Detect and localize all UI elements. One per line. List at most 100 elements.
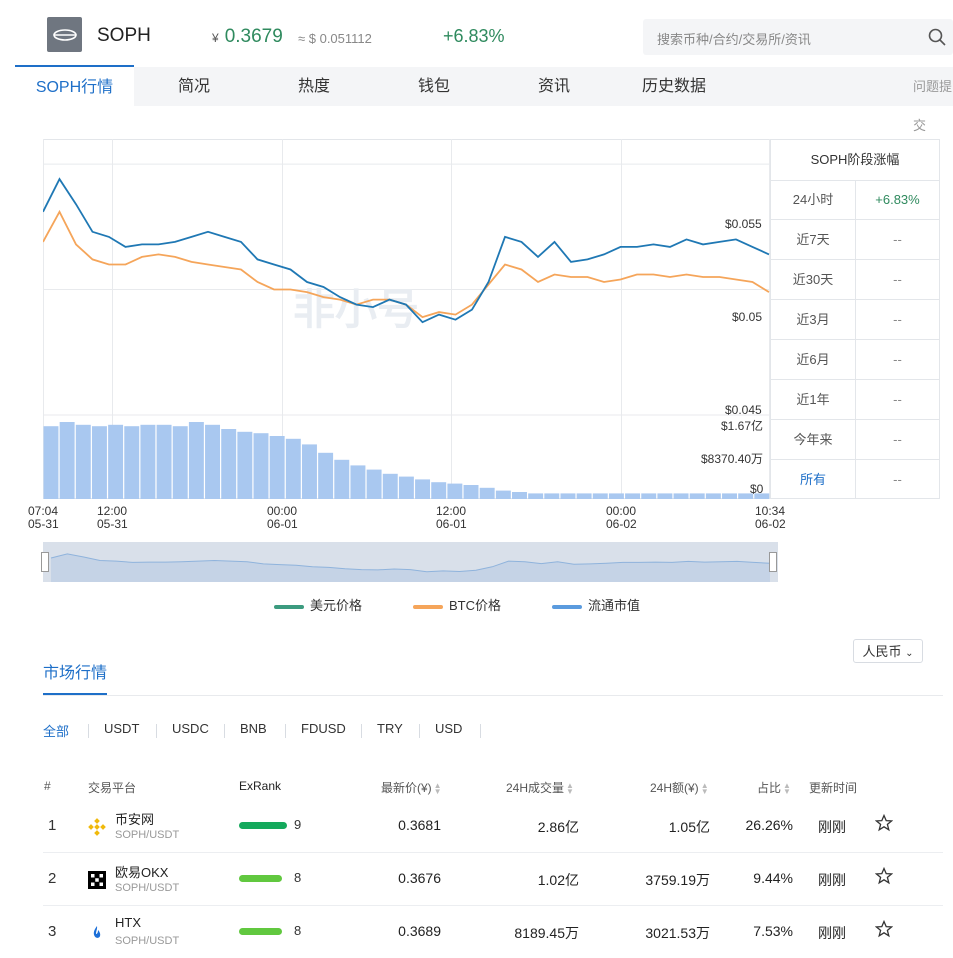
period-row[interactable]: 今年来 -- — [771, 420, 939, 460]
legend-label: BTC价格 — [449, 598, 502, 613]
volume-bar — [608, 493, 624, 499]
star-icon[interactable] — [875, 920, 893, 938]
volume-bar — [285, 438, 301, 499]
filter-bnb[interactable]: BNB — [240, 721, 267, 736]
legend-swatch — [552, 604, 582, 609]
x-tick: 12:00 — [97, 504, 128, 518]
volume-bar — [253, 433, 269, 499]
filter-usd[interactable]: USD — [435, 721, 462, 736]
star-icon[interactable] — [875, 867, 893, 885]
search-icon[interactable] — [928, 28, 946, 46]
period-row[interactable]: 近6月 -- — [771, 340, 939, 380]
volume-bar — [722, 493, 737, 499]
period-row[interactable]: 近3月 -- — [771, 300, 939, 340]
col-rank: # — [44, 779, 51, 793]
col-exrank[interactable]: ExRank — [239, 779, 281, 793]
exchange-name[interactable]: 欧易OKX — [115, 862, 168, 881]
legend-usd[interactable]: 美元价格 — [274, 598, 362, 614]
exchange-name[interactable]: HTX — [115, 915, 141, 930]
volume-bar — [705, 493, 721, 499]
market-title[interactable]: 市场行情 — [43, 659, 107, 683]
volume-bar — [205, 424, 221, 499]
col-price[interactable]: 最新价(¥) ▲ ▼ — [381, 779, 442, 796]
period-row[interactable]: 所有 -- — [771, 460, 939, 500]
period-label: 今年来 — [771, 420, 856, 459]
tab-wallet[interactable]: 钱包 — [374, 67, 494, 106]
volume-bar — [221, 429, 237, 499]
period-value: -- — [893, 392, 902, 407]
period-row[interactable]: 近1年 -- — [771, 380, 939, 420]
price-chart[interactable]: 非小号 — [42, 139, 770, 499]
col-amount[interactable]: 24H额(¥) ▲ ▼ — [650, 779, 709, 796]
currency-select[interactable]: 人民币 ⌄ — [853, 639, 923, 663]
col-share[interactable]: 占比 ▲ ▼ — [757, 779, 791, 796]
navigator-area — [51, 553, 770, 582]
volume-bar — [463, 485, 479, 499]
exrank-bar — [239, 822, 287, 829]
volume-bar — [592, 493, 608, 499]
x-tick: 00:00 — [267, 504, 298, 518]
divider — [224, 724, 225, 738]
period-value: -- — [893, 472, 902, 487]
filter-try[interactable]: TRY — [377, 721, 403, 736]
filter-all[interactable]: 全部 — [43, 721, 69, 740]
volume-bar — [576, 493, 592, 499]
tab-heat[interactable]: 热度 — [254, 67, 374, 106]
table-row[interactable]: 1 币安网 SOPH/USDT 9 0.3681 2.86亿 1.05亿 26.… — [43, 800, 943, 853]
tab-news[interactable]: 资讯 — [494, 67, 614, 106]
volume-bar — [495, 490, 511, 499]
coin-symbol: SOPH — [97, 25, 151, 46]
binance-icon — [88, 818, 106, 836]
volume-bar — [172, 426, 188, 499]
divider — [361, 724, 362, 738]
divider — [156, 724, 157, 738]
col-volume[interactable]: 24H成交量 ▲ ▼ — [506, 779, 574, 796]
sort-icon: ▲ ▼ — [700, 780, 709, 796]
tab-history[interactable]: 历史数据 — [614, 67, 734, 106]
volume-tick: $8370.40万 — [701, 452, 764, 466]
exchange-name[interactable]: 币安网 — [115, 809, 154, 828]
exrank-bar — [239, 875, 282, 882]
table-row[interactable]: 3 HTX SOPH/USDT 8 0.3689 8189.45万 3021.5… — [43, 906, 943, 958]
x-tick-date: 05-31 — [97, 517, 128, 531]
volume-bar — [415, 479, 431, 499]
volume-bar — [43, 426, 59, 499]
latest-price: 0.3676 — [398, 870, 441, 886]
range-navigator[interactable] — [41, 542, 778, 582]
legend-btc[interactable]: BTC价格 — [413, 598, 501, 614]
htx-icon — [93, 926, 101, 938]
volume-bar — [479, 487, 495, 499]
search-input[interactable]: 搜索币种/合约/交易所/资讯 — [643, 19, 953, 55]
x-tick: 12:00 — [436, 504, 467, 518]
divider — [285, 724, 286, 738]
col-amount-label: 24H额(¥) — [650, 781, 699, 795]
volume-bar — [512, 492, 527, 499]
legend-marketcap[interactable]: 流通市值 — [552, 598, 640, 614]
col-price-label: 最新价(¥) — [381, 781, 432, 795]
tab-bar: SOPH行情 简况 热度 钱包 资讯 历史数据 问题提交 — [15, 65, 953, 133]
navigator-right-handle[interactable] — [769, 552, 777, 572]
volume-bar — [625, 493, 641, 499]
filter-usdt[interactable]: USDT — [104, 721, 139, 736]
price-cny: ¥0.3679 — [212, 26, 283, 48]
filter-usdc[interactable]: USDC — [172, 721, 209, 736]
price-cny-value: 0.3679 — [224, 26, 283, 47]
volume-bar — [689, 493, 705, 499]
volume-bar — [382, 473, 398, 499]
share-pct: 26.26% — [745, 817, 793, 833]
tab-overview[interactable]: 简况 — [134, 67, 254, 106]
table-row[interactable]: 2 欧易OKX SOPH/USDT 8 0.3676 1.02亿 3759.19… — [43, 853, 943, 906]
filter-fdusd[interactable]: FDUSD — [301, 721, 346, 736]
period-row[interactable]: 24小时 +6.83% — [771, 180, 939, 220]
latest-price: 0.3681 — [398, 817, 441, 833]
period-row[interactable]: 近30天 -- — [771, 260, 939, 300]
navigator-left-handle[interactable] — [41, 552, 49, 572]
coin-logo-icon — [47, 17, 82, 52]
x-tick-date: 06-01 — [267, 517, 298, 531]
share-pct: 9.44% — [753, 870, 793, 886]
tab-report[interactable]: 问题提交 — [913, 67, 953, 133]
tab-market[interactable]: SOPH行情 — [15, 65, 134, 108]
star-icon[interactable] — [875, 814, 893, 832]
period-row[interactable]: 近7天 -- — [771, 220, 939, 260]
volume-bar — [269, 436, 285, 499]
